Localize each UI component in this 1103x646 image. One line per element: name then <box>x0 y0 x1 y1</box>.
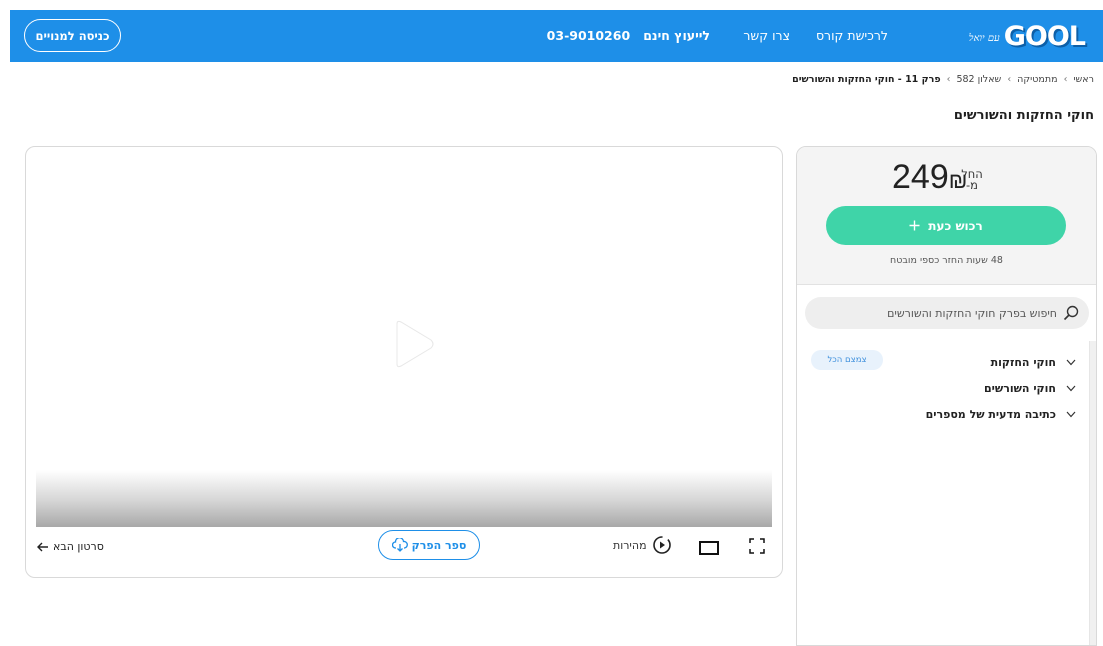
chevron-down-icon <box>1066 411 1076 417</box>
gool-logo[interactable]: עם יואל GOOL <box>968 20 1086 52</box>
speed-icon <box>652 536 671 554</box>
play-icon[interactable] <box>383 316 439 372</box>
player-controls: סרטון הבא ספר הפרק מהירות <box>26 527 782 577</box>
plus-icon <box>909 220 920 231</box>
chapter-item-powers[interactable]: חוקי החזקות <box>816 349 1076 375</box>
breadcrumb-separator: › <box>1063 74 1068 85</box>
chapter-item-roots[interactable]: חוקי השורשים <box>816 375 1076 401</box>
chapter-search-input[interactable] <box>817 306 1057 320</box>
theater-mode-icon[interactable] <box>699 541 719 555</box>
chapter-list: חוקי החזקות חוקי השורשים כתיבה מדעית של … <box>816 349 1076 427</box>
arrow-left-icon <box>37 542 48 551</box>
breadcrumb-item-questionnaire[interactable]: שאלון 582 <box>956 74 1001 85</box>
search-icon[interactable] <box>1063 305 1079 321</box>
logo-tagline: עם יואל <box>968 32 1000 44</box>
top-header: עם יואל GOOL לרכישת קורס צרו קשר לייעוץ … <box>10 10 1103 62</box>
breadcrumb-current: פרק 11 - חוקי החזקות והשורשים <box>792 74 941 85</box>
fullscreen-icon[interactable] <box>749 538 765 554</box>
cloud-download-icon <box>391 538 408 552</box>
register-label: רכוש כעת <box>928 218 983 233</box>
page-title: חוקי החזקות והשורשים <box>953 108 1094 123</box>
chapter-item-label: כתיבה מדעית של מספרים <box>925 407 1056 421</box>
chapter-book-label: ספר הפרק <box>411 538 467 552</box>
chapter-item-scientific-notation[interactable]: כתיבה מדעית של מספרים <box>816 401 1076 427</box>
nav-free-consult-link[interactable]: לייעוץ חינם 03-9010260 <box>547 28 710 43</box>
register-now-button[interactable]: רכוש כעת <box>826 206 1066 245</box>
chevron-down-icon <box>1066 385 1076 391</box>
chevron-down-icon <box>1066 359 1076 365</box>
currency-symbol: ₪ <box>948 168 968 193</box>
chapter-list-scrollbar[interactable] <box>1089 341 1096 645</box>
video-player: סרטון הבא ספר הפרק מהירות <box>25 146 783 578</box>
money-back-guarantee: 48 שעות החזר כספי מובטח <box>890 255 1003 266</box>
breadcrumb: ראשי › מתמטיקה › שאלון 582 › פרק 11 - חו… <box>792 74 1094 85</box>
price-value: 249₪ <box>892 158 971 197</box>
video-viewport[interactable] <box>36 147 772 527</box>
nav-buy-course-link[interactable]: לרכישת קורס <box>816 28 888 43</box>
playback-speed-button[interactable]: מהירות <box>613 535 672 555</box>
breadcrumb-item-home[interactable]: ראשי <box>1073 74 1094 85</box>
speed-label: מהירות <box>613 538 647 552</box>
nav-contact-link[interactable]: צרו קשר <box>743 28 790 43</box>
next-video-button[interactable]: סרטון הבא <box>37 540 104 553</box>
next-video-label: סרטון הבא <box>53 540 104 553</box>
breadcrumb-separator: › <box>1007 74 1012 85</box>
course-side-panel: החל מ- 249₪ רכוש כעת 48 שעות החזר כספי מ… <box>796 146 1097 646</box>
price-box: החל מ- 249₪ רכוש כעת 48 שעות החזר כספי מ… <box>797 147 1096 285</box>
free-consult-label: לייעוץ חינם <box>643 28 710 43</box>
chapter-item-label: חוקי החזקות <box>990 355 1056 369</box>
chapter-book-button[interactable]: ספר הפרק <box>378 530 480 560</box>
price-amount: 249 <box>892 158 949 196</box>
breadcrumb-separator: › <box>946 74 951 85</box>
chapter-item-label: חוקי השורשים <box>983 381 1056 395</box>
logo-text: GOOL <box>1003 20 1086 52</box>
login-button[interactable]: כניסה למנויים <box>24 19 121 52</box>
chapter-search-box[interactable] <box>805 297 1089 329</box>
breadcrumb-item-math[interactable]: מתמטיקה <box>1017 74 1057 85</box>
phone-number: 03-9010260 <box>546 28 631 43</box>
